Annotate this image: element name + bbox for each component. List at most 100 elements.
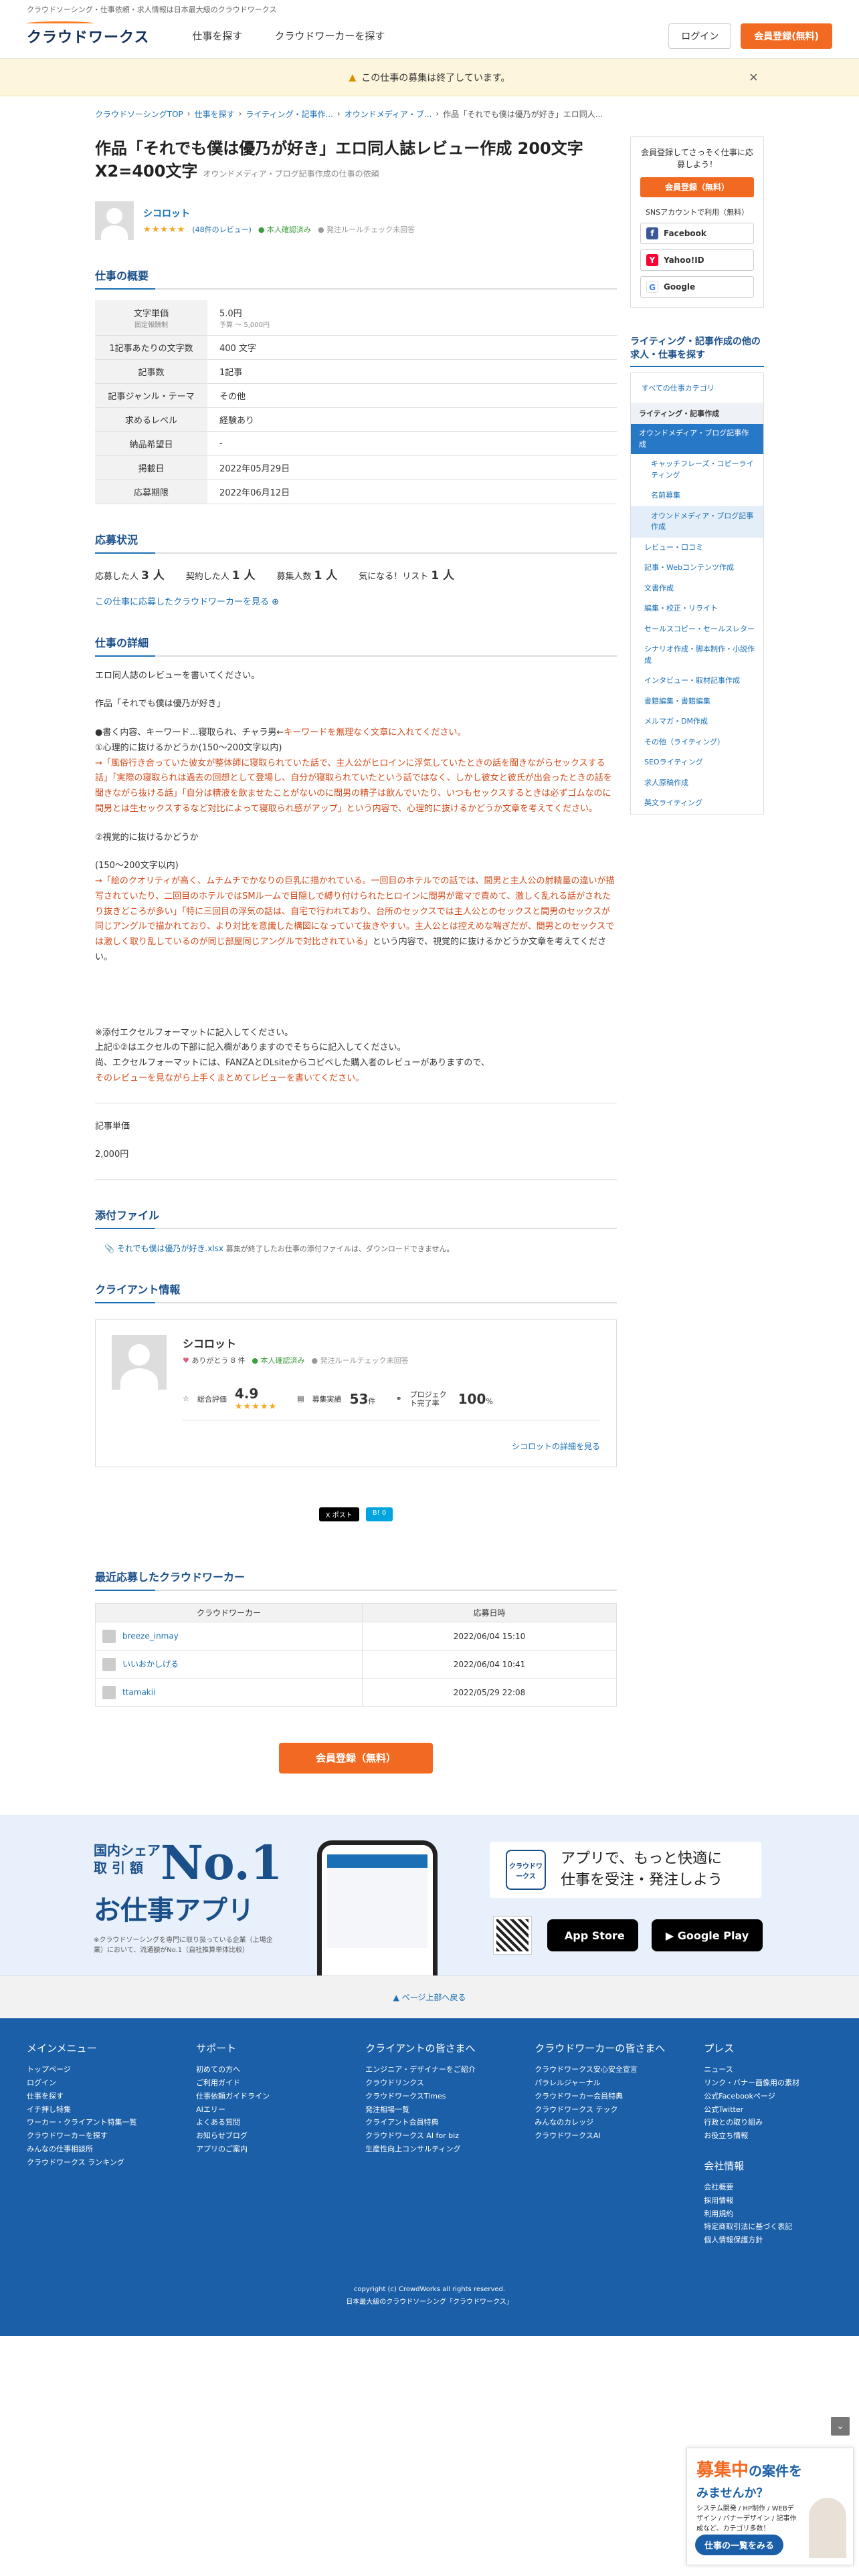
sidebar-register-button[interactable]: 会員登録（無料） — [640, 177, 754, 197]
footer-link[interactable]: 特定商取引法に基づく表記 — [704, 2220, 832, 2234]
footer-link[interactable]: 仕事を探す — [27, 2090, 196, 2103]
footer-link[interactable]: クライアント会員特典 — [365, 2116, 535, 2129]
footer-link[interactable]: トップページ — [27, 2063, 196, 2076]
category-item[interactable]: メルマガ・DM作成 — [631, 712, 763, 732]
footer-link[interactable]: 採用情報 — [704, 2194, 832, 2208]
footer-link[interactable]: クラウドリンクス — [365, 2076, 535, 2090]
hatena-button[interactable]: B! 0 — [365, 1507, 393, 1522]
worker-link[interactable]: いいおかしげる — [122, 1659, 179, 1669]
job-category[interactable]: オウンドメディア・ブログ記事作成の仕事の依頼 — [203, 169, 379, 179]
footer-link[interactable]: 公式Twitter — [704, 2103, 832, 2117]
category-item[interactable]: シナリオ作成・脚本制作・小説作成 — [631, 639, 763, 671]
table-row: 応募期限 2022年06月12日 — [95, 479, 617, 504]
footer-link[interactable]: クラウドワーカーを探す — [27, 2129, 196, 2143]
category-item[interactable]: キャッチフレーズ・コピーライティング — [631, 454, 763, 486]
footer-link[interactable]: 会社概要 — [704, 2181, 832, 2194]
footer-link[interactable]: イチ押し特集 — [27, 2103, 196, 2117]
ordering-rule-badge: ● 発注ルールチェック未回答 — [317, 225, 415, 235]
footer-link[interactable]: AIエリー — [196, 2103, 365, 2117]
nav-find-workers[interactable]: クラウドワーカーを探す — [274, 29, 385, 43]
footer-link[interactable]: ニュース — [704, 2063, 832, 2076]
footer-link[interactable]: アプリのご案内 — [196, 2143, 365, 2156]
category-item[interactable]: 名前募集 — [631, 486, 763, 506]
footer-link[interactable]: よくある質問 — [196, 2116, 365, 2129]
avatar[interactable] — [95, 201, 134, 241]
footer-link[interactable]: クラウドワークス AI for biz — [365, 2129, 535, 2143]
category-item[interactable]: 求人原稿作成 — [631, 773, 763, 794]
category-selected[interactable]: オウンドメディア・ブログ記事作成 — [631, 424, 763, 455]
footer-link[interactable]: ワーカー・クライアント特集一覧 — [27, 2116, 196, 2129]
reviews-link[interactable]: (48件のレビュー) — [192, 224, 252, 235]
register-button[interactable]: 会員登録(無料) — [741, 23, 832, 49]
category-item[interactable]: オウンドメディア・ブログ記事作成 — [631, 506, 763, 538]
worker-link[interactable]: ttamakii — [122, 1687, 155, 1697]
view-applicants-link[interactable]: この仕事に応募したクラウドワーカーを見る ⊕ — [95, 595, 617, 607]
footer-link[interactable]: ログイン — [27, 2076, 196, 2090]
footer-link[interactable]: 仕事依頼ガイドライン — [196, 2090, 365, 2103]
category-item[interactable]: セールスコピー・セールスレター — [631, 619, 763, 640]
footer-link[interactable]: 初めての方へ — [196, 2063, 365, 2076]
floating-job-ad[interactable]: 募集中の案件を みませんか？ システム開発 / HP制作 / WEBデザイン /… — [686, 2448, 854, 2565]
footer-link[interactable]: お役立ち情報 — [704, 2129, 832, 2143]
footer-link[interactable]: エンジニア・デザイナーをご紹介 — [365, 2063, 535, 2076]
breadcrumb-item[interactable]: クラウドソーシングTOP — [95, 108, 183, 120]
app-store-button[interactable]: App Store — [547, 1919, 638, 1952]
footer-link[interactable]: クラウドワークスTimes — [365, 2090, 535, 2103]
table-row: いいおかしげる 2022/06/04 10:41 — [94, 1650, 617, 1679]
footer-link[interactable]: 公式Facebookページ — [704, 2090, 832, 2103]
breadcrumb-item[interactable]: 仕事を探す — [195, 108, 235, 120]
breadcrumb-item[interactable]: ライティング・記事作... — [246, 108, 332, 120]
category-item[interactable]: 文書作成 — [631, 578, 763, 599]
category-item[interactable]: その他（ライティング） — [631, 732, 763, 753]
all-categories-link[interactable]: すべての仕事カテゴリ — [642, 384, 714, 393]
yahoo-login-button[interactable]: Y Yahoo!ID — [640, 249, 754, 271]
footer-link[interactable]: みんなの仕事相談所 — [27, 2143, 196, 2156]
category-item[interactable]: 記事・Webコンテンツ作成 — [631, 558, 763, 578]
google-login-button[interactable]: G Google — [640, 276, 754, 298]
footer-link[interactable]: クラウドワーカー会員特典 — [535, 2090, 704, 2103]
footer-link[interactable]: クラウドワークス テック — [535, 2103, 704, 2117]
footer-link[interactable]: 生産性向上コンサルティング — [365, 2143, 535, 2156]
x-post-button[interactable]: X ポスト — [318, 1507, 359, 1522]
footer-link[interactable]: リンク・バナー画像用の素材 — [704, 2076, 832, 2090]
footer-link[interactable]: パラレルジャーナル — [535, 2076, 704, 2090]
category-item[interactable]: 書籍編集・書籍編集 — [631, 691, 763, 712]
category-item[interactable]: インタビュー・取材記事作成 — [631, 671, 763, 691]
logo[interactable]: クラウドワークス — [27, 21, 149, 47]
footer-link[interactable]: ご利用ガイド — [196, 2076, 365, 2090]
back-to-top-link[interactable]: ▲ ページ上部へ戻る — [393, 1993, 466, 2002]
client-detail-link[interactable]: シコロットの詳細を見る — [512, 1442, 600, 1451]
job-list-button[interactable]: 仕事の一覧をみる — [695, 2535, 784, 2555]
google-play-button[interactable]: ▶ Google Play — [652, 1919, 763, 1952]
footer-link[interactable]: 利用規約 — [704, 2208, 832, 2221]
attachment-file-link[interactable]: それでも僕は優乃が好き.xlsx — [117, 1244, 223, 1253]
avatar[interactable] — [112, 1335, 167, 1390]
category-head[interactable]: ライティング・記事作成 — [631, 403, 763, 425]
handshake-icon: ⚭ — [395, 1394, 402, 1404]
footer-link[interactable]: クラウドワークス ランキング — [27, 2156, 196, 2169]
facebook-login-button[interactable]: f Facebook — [640, 223, 754, 244]
login-button[interactable]: ログイン — [668, 23, 732, 49]
footer-link[interactable]: クラウドワークスAI — [535, 2129, 704, 2143]
footer-link[interactable]: 行政との取り組み — [704, 2116, 832, 2129]
footer-link[interactable]: みんなのカレッジ — [535, 2116, 704, 2129]
verified-badge: ● 本人確認済み — [258, 225, 311, 235]
register-cta-button[interactable]: 会員登録（無料） — [279, 1743, 433, 1774]
nav-find-jobs[interactable]: 仕事を探す — [192, 29, 242, 43]
footer-link[interactable]: クラウドワークス安心安全宣言 — [535, 2063, 704, 2076]
category-item[interactable]: レビュー・口コミ — [631, 538, 763, 558]
footer-link[interactable]: 発注相場一覧 — [365, 2103, 535, 2117]
sidebar: 会員登録してさっそく仕事に応募しよう！ 会員登録（無料） SNSアカウントで利用… — [630, 128, 764, 1774]
applications-heading: 応募状況 — [95, 531, 617, 554]
footer-link[interactable]: 個人情報保護方針 — [704, 2234, 832, 2247]
breadcrumb-item[interactable]: オウンドメディア・ブ... — [345, 108, 432, 120]
chevron-down-icon[interactable]: ⌄ — [831, 2417, 850, 2436]
client-name[interactable]: シコロット — [143, 209, 190, 219]
category-item[interactable]: 英文ライティング — [631, 793, 763, 814]
category-item[interactable]: SEOライティング — [631, 752, 763, 773]
footer-link[interactable]: お知らせブログ — [196, 2129, 365, 2143]
worker-link[interactable]: breeze_inmay — [122, 1631, 179, 1640]
close-icon[interactable]: × — [749, 70, 759, 84]
category-item[interactable]: 編集・校正・リライト — [631, 599, 763, 619]
yahoo-icon: Y — [646, 254, 658, 266]
